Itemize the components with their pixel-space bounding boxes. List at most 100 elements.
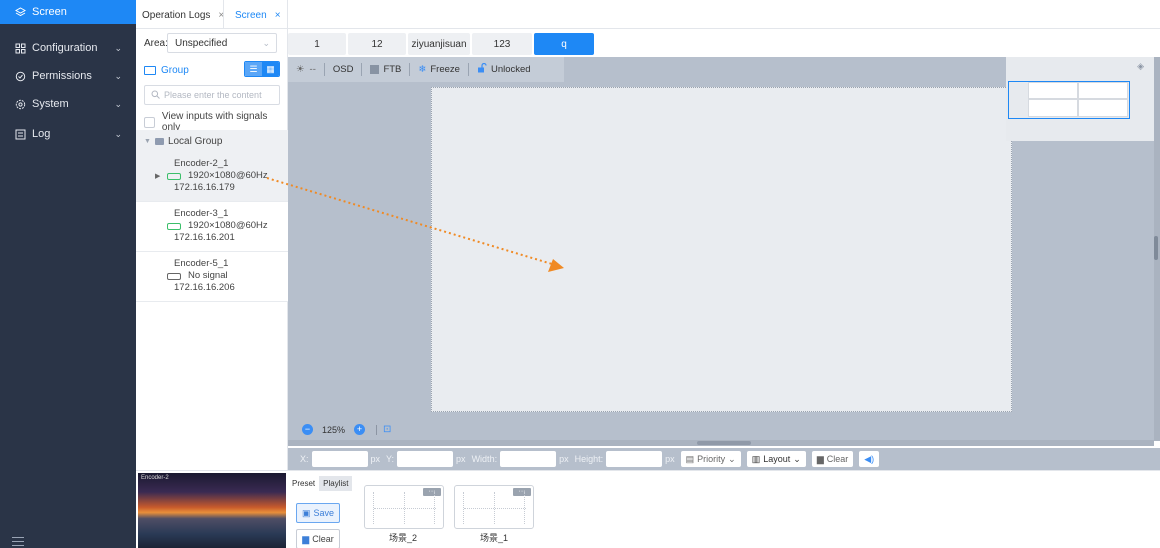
- list-view-icon[interactable]: ☰: [245, 62, 262, 76]
- chevron-down-icon: ⌄: [114, 42, 122, 53]
- input-item-encoder-5[interactable]: Encoder-5_1 No signal 172.16.16.206: [136, 252, 288, 302]
- zoom-out-icon[interactable]: −: [302, 424, 313, 435]
- ftb-label: FTB: [383, 64, 402, 75]
- minimap-cell: [1078, 82, 1128, 99]
- zoom-in-icon[interactable]: +: [354, 424, 366, 435]
- sidebar-item-log[interactable]: Log ⌄: [0, 122, 136, 146]
- scene-card[interactable]: ···: [364, 485, 444, 529]
- y-input[interactable]: [397, 451, 454, 467]
- scene-label: 场景_1: [480, 533, 509, 543]
- input-ip: 172.16.16.206: [174, 282, 235, 293]
- scene-card[interactable]: ···: [454, 485, 534, 529]
- area-select[interactable]: Unspecified ⌄: [167, 33, 277, 53]
- save-label: Save: [313, 508, 335, 518]
- minimap[interactable]: ◈: [1006, 57, 1154, 141]
- input-ip: 172.16.16.179: [174, 182, 235, 193]
- layout-tab-123[interactable]: 123: [472, 33, 532, 55]
- sidebar-item-permissions[interactable]: Permissions ⌄: [0, 64, 136, 88]
- y-unit: px: [456, 454, 466, 464]
- layout-tab-q[interactable]: q: [534, 33, 594, 55]
- scene-label: 场景_2: [389, 533, 418, 543]
- priority-button[interactable]: ▤ Priority ⌄: [680, 451, 741, 467]
- height-field: Height: px: [575, 451, 675, 467]
- local-group-row[interactable]: ▼ Local Group: [136, 130, 288, 152]
- input-resolution: 1920×1080@60Hz: [188, 220, 268, 231]
- x-input[interactable]: [311, 451, 368, 467]
- y-label: Y:: [386, 454, 395, 464]
- zoom-control: − 125% + ⊡: [297, 424, 391, 435]
- minimap-cell: [1028, 99, 1078, 117]
- snowflake-icon: ❄: [418, 64, 427, 75]
- folder-icon: [154, 137, 164, 145]
- thumbnail-label: Encoder-2: [141, 475, 169, 481]
- sidebar-item-label: Log: [32, 128, 51, 140]
- close-icon[interactable]: ×: [275, 10, 281, 21]
- brightness-value: --: [309, 64, 316, 75]
- sidebar-item-configuration[interactable]: Configuration ⌄: [0, 36, 136, 60]
- height-unit: px: [665, 454, 675, 464]
- search-icon: [151, 90, 160, 101]
- save-preset-button[interactable]: ▣ Save: [296, 503, 340, 523]
- vertical-scroll-thumb[interactable]: [1154, 236, 1158, 260]
- tab-label: Screen: [235, 9, 267, 21]
- tab-playlist[interactable]: Playlist: [319, 476, 353, 491]
- x-unit: px: [370, 454, 381, 464]
- view-toggle: ☰ ▦: [244, 61, 280, 77]
- inputs-panel: Area: Unspecified ⌄ Group ☰ ▦ View input…: [136, 29, 288, 470]
- sidebar-item-label: Permissions: [32, 70, 92, 82]
- width-input[interactable]: [500, 451, 557, 467]
- search-input[interactable]: [164, 90, 274, 100]
- grid-view-icon[interactable]: ▦: [262, 62, 279, 76]
- menu-collapse-icon[interactable]: [12, 537, 24, 547]
- local-group-label: Local Group: [167, 135, 223, 147]
- layout-button[interactable]: ▥ Layout ⌄: [746, 451, 806, 467]
- clear-label: Clear: [312, 534, 334, 544]
- screen-toolbar: ☀ -- OSD FTB ❄ Freeze Unlocked: [288, 57, 564, 82]
- chevron-down-icon: ⌄: [728, 453, 736, 464]
- grid-icon: [14, 42, 26, 54]
- layout-tab-ziyuanjisuan[interactable]: ziyuanjisuan: [408, 33, 470, 55]
- audio-button[interactable]: ◀): [859, 451, 880, 467]
- osd-button[interactable]: OSD: [325, 57, 362, 82]
- brightness-control[interactable]: ☀ --: [288, 57, 324, 82]
- input-name: Encoder-2_1: [174, 158, 229, 169]
- log-icon: [14, 128, 26, 140]
- minimap-cell: [1028, 82, 1078, 99]
- input-item-encoder-3[interactable]: Encoder-3_1 1920×1080@60Hz 172.16.16.201: [136, 202, 288, 252]
- height-input[interactable]: [606, 451, 663, 467]
- horizontal-scroll-thumb[interactable]: [697, 441, 751, 445]
- zoom-level: 125%: [322, 424, 346, 435]
- input-item-encoder-2[interactable]: ▶ Encoder-2_1 1920×1080@60Hz 172.16.16.1…: [136, 152, 288, 202]
- screen-canvas[interactable]: ☀ -- OSD FTB ❄ Freeze Unlocked ◈: [288, 57, 1160, 441]
- sidebar-item-screen[interactable]: Screen: [0, 0, 136, 24]
- screen-area[interactable]: [431, 87, 1012, 412]
- clear-presets-button[interactable]: ▆ Clear: [296, 529, 340, 548]
- input-preview-thumbnail[interactable]: Encoder-2: [138, 473, 286, 548]
- search-box: [144, 85, 280, 105]
- sidebar-item-system[interactable]: System ⌄: [0, 92, 136, 116]
- x-label: X:: [300, 454, 309, 464]
- lock-button[interactable]: Unlocked: [469, 57, 539, 82]
- checkbox[interactable]: [144, 116, 155, 128]
- tab-operation-logs[interactable]: Operation Logs ×: [142, 6, 224, 24]
- folder-icon: [144, 65, 156, 75]
- ftb-button[interactable]: FTB: [362, 57, 409, 82]
- tab-preset[interactable]: Preset: [288, 476, 319, 491]
- layout-tab-1[interactable]: 1: [288, 33, 346, 55]
- width-unit: px: [559, 454, 569, 464]
- sidebar-item-label: System: [32, 98, 69, 110]
- gear-icon: [14, 98, 26, 110]
- layout-tab-12[interactable]: 12: [348, 33, 406, 55]
- input-resolution: 1920×1080@60Hz: [188, 170, 268, 181]
- tab-screen[interactable]: Screen ×: [235, 6, 281, 24]
- eye-icon[interactable]: ◈: [1137, 61, 1144, 72]
- priority-label: Priority: [697, 454, 726, 464]
- fit-screen-icon[interactable]: ⊡: [383, 424, 391, 435]
- area-label: Area:: [144, 38, 168, 49]
- sidebar-item-label: Configuration: [32, 42, 98, 54]
- clear-label: Clear: [826, 454, 849, 464]
- x-field: X: px: [300, 451, 380, 467]
- input-name: Encoder-5_1: [174, 258, 229, 269]
- clear-windows-button[interactable]: ▆ Clear: [811, 451, 854, 467]
- freeze-button[interactable]: ❄ Freeze: [410, 57, 468, 82]
